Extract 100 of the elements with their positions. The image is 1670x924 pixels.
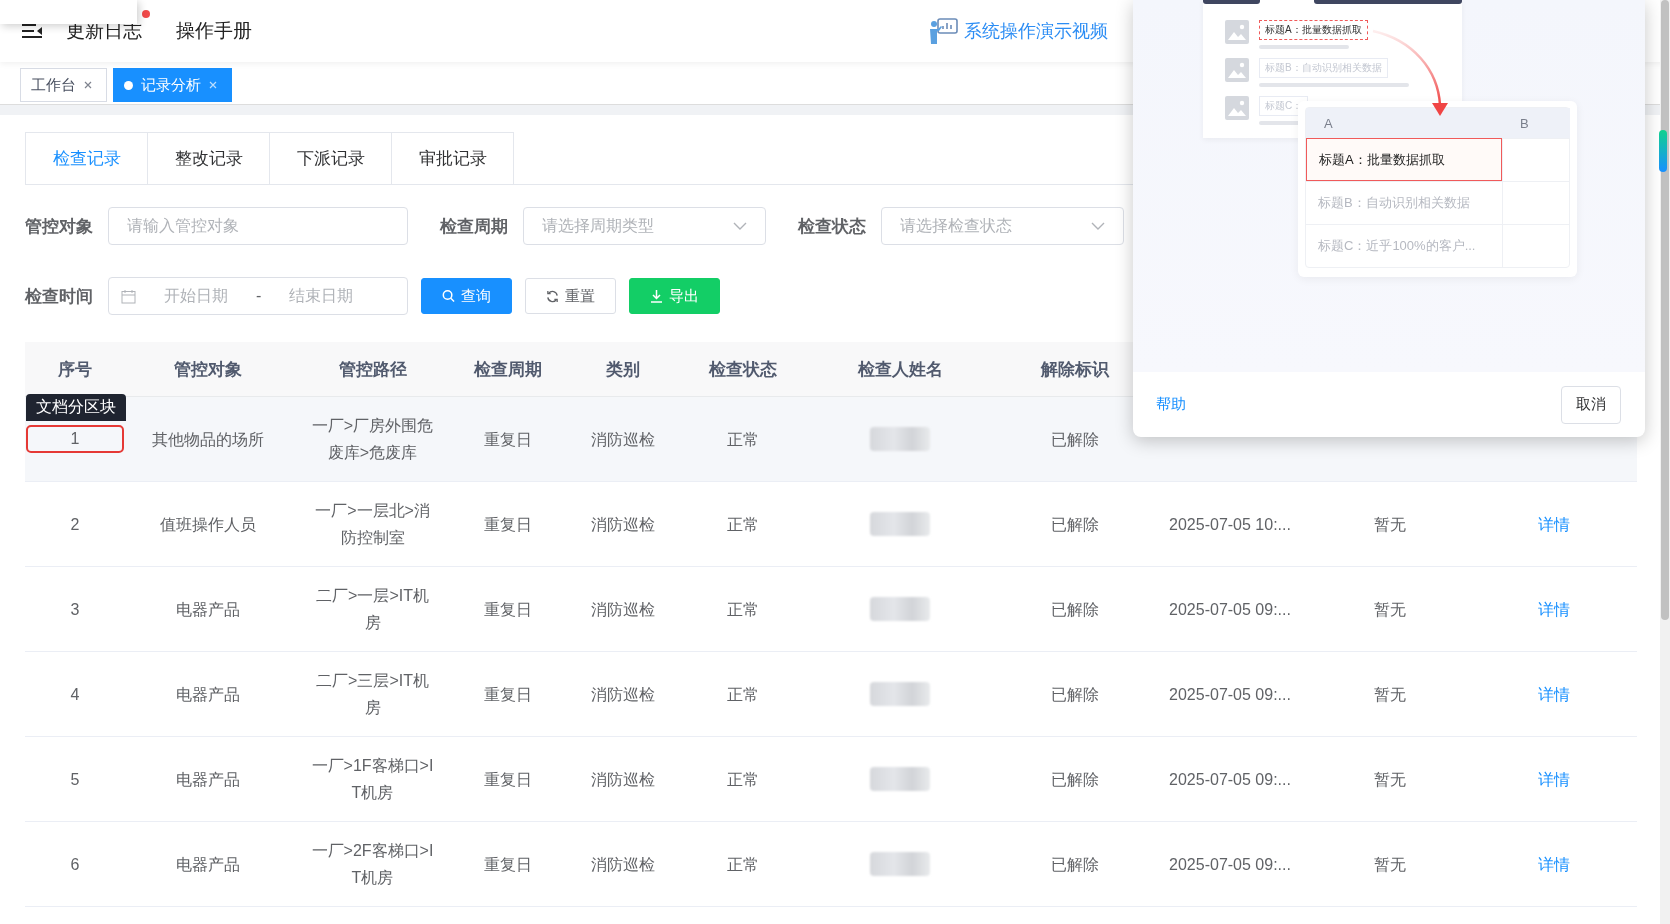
- table-cell-text: 重复日: [483, 854, 532, 875]
- table-cell-text: 消防巡检: [590, 599, 655, 620]
- table-cell-text: 已解除: [1051, 429, 1099, 450]
- column-header: B: [1520, 115, 1529, 131]
- redacted-name: [870, 427, 930, 451]
- table-cell-text: 消防巡检: [590, 429, 655, 450]
- video-link[interactable]: 系统操作演示视频: [928, 18, 1108, 44]
- table-cell-text: 暂无: [1374, 769, 1406, 790]
- table-cell-text: 2: [70, 514, 80, 535]
- scrollbar[interactable]: [1660, 0, 1670, 924]
- table-cell-text: 2025-07-05 09:...: [1169, 599, 1291, 620]
- table-cell-text: 2025-07-05 09:...: [1169, 684, 1291, 705]
- side-handle[interactable]: [1659, 130, 1667, 172]
- table-cell-text: 2025-07-05 10:...: [1169, 514, 1291, 535]
- table-cell-text: 暂无: [1374, 684, 1406, 705]
- table-cell-text: 2025-07-05 09:...: [1169, 854, 1291, 875]
- table-cell-text: 暂无: [1374, 854, 1406, 875]
- page-tab[interactable]: 工作台: [20, 68, 107, 102]
- redacted-name: [870, 512, 930, 536]
- page-tab[interactable]: 记录分析: [113, 68, 232, 102]
- table-cell-text: 电器产品: [175, 599, 240, 620]
- redacted-name: [870, 852, 930, 876]
- details-link[interactable]: 详情: [1537, 765, 1570, 793]
- redacted-name: [870, 597, 930, 621]
- table-cell-text: 重复日: [483, 429, 532, 450]
- tooltip: 文档分区块: [26, 394, 126, 421]
- table-cell-text: 已解除: [1051, 769, 1099, 790]
- table-cell-text: 已解除: [1051, 854, 1099, 875]
- table-cell-text: 4: [70, 684, 80, 705]
- table-cell-text: 重复日: [483, 514, 532, 535]
- table-cell-text: 消防巡检: [590, 769, 655, 790]
- table-cell-text: 电器产品: [175, 684, 240, 705]
- table-cell-text: 已解除: [1051, 514, 1099, 535]
- redacted-name: [870, 682, 930, 706]
- table-cell-text: 一厂>一层北>消防控制室: [314, 501, 431, 548]
- search-icon: [442, 289, 455, 303]
- redacted-name: [870, 767, 930, 791]
- filter-label: 检查时间: [25, 285, 93, 308]
- table-cell-text: 已解除: [1051, 684, 1099, 705]
- record-tab[interactable]: 检查记录: [25, 132, 148, 184]
- menu-icon[interactable]: [22, 24, 42, 38]
- table-cell-text: 消防巡检: [590, 684, 655, 705]
- chevron-down-icon: [1091, 222, 1105, 230]
- column-header: 检查人姓名: [857, 358, 943, 381]
- column-header: 管控路径: [338, 358, 407, 381]
- action-button[interactable]: 查询: [421, 278, 512, 314]
- table-cell-text: 二厂>三层>IT机房: [315, 671, 430, 718]
- action-button[interactable]: 导出: [629, 278, 720, 314]
- details-link[interactable]: 详情: [1537, 680, 1570, 708]
- table-cell-text: 5: [70, 769, 80, 790]
- select-field[interactable]: 请选择检查状态: [881, 207, 1124, 245]
- details-link[interactable]: 详情: [1537, 850, 1570, 878]
- table-cell-text: 一厂>厂房外围危废库>危废库: [311, 416, 434, 463]
- table-cell-text: 6: [70, 854, 80, 875]
- filter-label: 检查状态: [798, 215, 866, 238]
- cancel-button[interactable]: 取消: [1561, 385, 1621, 424]
- table-cell-text: 消防巡检: [590, 514, 655, 535]
- record-tab[interactable]: 审批记录: [391, 132, 514, 184]
- presenter-icon: [928, 18, 958, 44]
- details-link[interactable]: 详情: [1537, 595, 1570, 623]
- date-range-field[interactable]: 开始日期 - 结束日期: [108, 277, 408, 315]
- table-cell-text: 一厂>1F客梯口>IT机房: [311, 756, 434, 803]
- column-header: 类别: [605, 358, 640, 381]
- list-item-title: 标题A：批量数据抓取: [1259, 20, 1368, 40]
- table-cell-text: 正常: [726, 514, 759, 535]
- text-input-field[interactable]: 请输入管控对象: [108, 207, 408, 245]
- action-button[interactable]: 重置: [525, 278, 616, 314]
- details-link[interactable]: 详情: [1537, 510, 1570, 538]
- table-cell: 标题C：近乎100%的客户...: [1306, 224, 1502, 267]
- table-cell-text: 暂无: [1374, 514, 1406, 535]
- table-cell-text: 正常: [726, 854, 759, 875]
- table-cell-text: 其他物品的场所: [151, 429, 264, 450]
- table-cell-text: 电器产品: [175, 854, 240, 875]
- table-cell-text: 正常: [726, 599, 759, 620]
- table-cell-text: 重复日: [483, 599, 532, 620]
- table-cell-text: 正常: [726, 429, 759, 450]
- table-cell-text: 重复日: [483, 769, 532, 790]
- table-cell-text: 正常: [726, 769, 759, 790]
- column-header: 管控对象: [173, 358, 242, 381]
- select-field[interactable]: 请选择周期类型: [523, 207, 766, 245]
- table-cell-text: 消防巡检: [590, 854, 655, 875]
- column-header: 检查周期: [473, 358, 542, 381]
- table-cell-text: 值班操作人员: [159, 514, 256, 535]
- help-link[interactable]: 帮助: [1156, 395, 1186, 414]
- column-header: 检查状态: [708, 358, 777, 381]
- nav-link[interactable]: 操作手册: [176, 18, 252, 44]
- column-header: 序号: [58, 358, 92, 381]
- table-cell-text: 一厂>2F客梯口>IT机房: [311, 841, 434, 888]
- close-icon[interactable]: [84, 81, 92, 89]
- column-header: A: [1324, 115, 1333, 131]
- table-cell-text: 3: [70, 599, 80, 620]
- calendar-icon: [121, 288, 136, 304]
- image-icon: [1225, 20, 1249, 44]
- filter-label: 管控对象: [25, 215, 93, 238]
- refresh-icon: [546, 289, 559, 303]
- table-cell-text: 重复日: [483, 684, 532, 705]
- table-cell: 1: [26, 425, 124, 453]
- table-cell-text: 电器产品: [175, 769, 240, 790]
- table-cell-text: 2025-07-05 09:...: [1169, 769, 1291, 790]
- table-cell-text: 正常: [726, 684, 759, 705]
